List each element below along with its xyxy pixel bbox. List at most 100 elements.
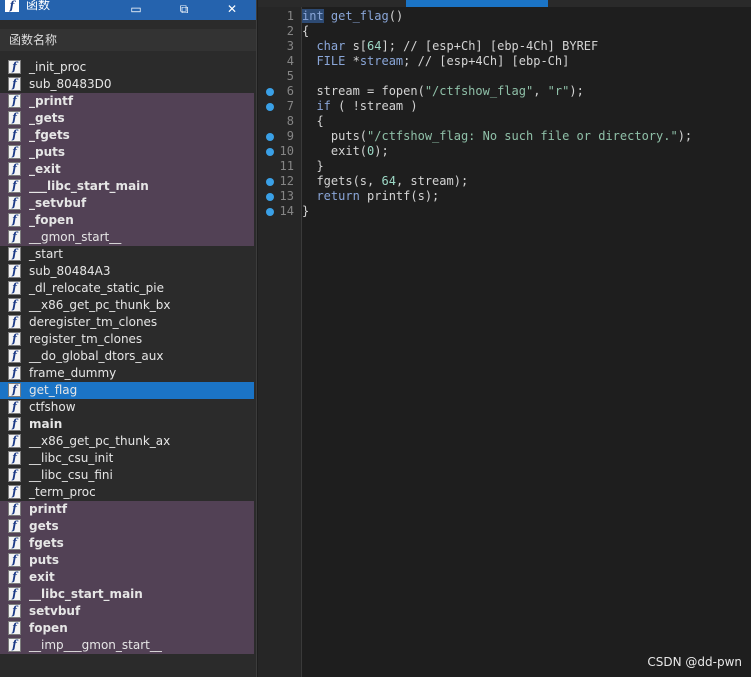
function-row[interactable]: f __libc_csu_init	[0, 450, 254, 467]
function-row[interactable]: f __gmon_start__	[0, 229, 254, 246]
function-row[interactable]: f sub_80484A3	[0, 263, 254, 280]
function-row[interactable]: f __imp___gmon_start__	[0, 637, 254, 654]
function-row[interactable]: f main	[0, 416, 254, 433]
code-token: fgets(s,	[302, 174, 382, 188]
function-name: _setvbuf	[29, 196, 87, 210]
function-row[interactable]: f _gets	[0, 110, 254, 127]
function-row[interactable]: f _exit	[0, 161, 254, 178]
breakpoint-dot-icon[interactable]	[266, 208, 274, 216]
line-number: 3	[286, 39, 294, 53]
code-line[interactable]: 10 exit(0);	[258, 144, 751, 159]
function-icon: f	[8, 519, 21, 533]
function-icon: f	[8, 77, 21, 91]
function-row[interactable]: f __x86_get_pc_thunk_ax	[0, 433, 254, 450]
code-line[interactable]: 4 FILE *stream; // [esp+4Ch] [ebp-Ch]	[258, 54, 751, 69]
code-token: );	[677, 129, 693, 143]
code-line[interactable]: 6 stream = fopen("/ctfshow_flag", "r");	[258, 84, 751, 99]
function-row[interactable]: f frame_dummy	[0, 365, 254, 382]
code-token: puts(	[302, 129, 368, 143]
breakpoint-dot-icon[interactable]	[266, 178, 274, 186]
function-row[interactable]: f fgets	[0, 535, 254, 552]
function-row[interactable]: f _start	[0, 246, 254, 263]
function-row[interactable]: f puts	[0, 552, 254, 569]
function-name: _exit	[29, 162, 61, 176]
close-icon[interactable]: ✕	[224, 1, 240, 17]
code-token: }	[302, 159, 324, 173]
breakpoint-dot-icon[interactable]	[266, 148, 274, 156]
maximize-icon[interactable]: ▭	[128, 1, 144, 17]
function-name: ___libc_start_main	[29, 179, 149, 193]
tab-hex-view[interactable]	[554, 0, 734, 7]
function-row[interactable]: f _term_proc	[0, 484, 254, 501]
pseudocode-view[interactable]: 1 int get_flag() 2{3 char s[64]; // [esp+C…	[258, 7, 751, 677]
function-row[interactable]: f get_flag	[0, 382, 254, 399]
code-line[interactable]: 1 int get_flag()	[258, 9, 751, 24]
function-row[interactable]: f sub_80483D0	[0, 76, 254, 93]
code-token: "/ctfshow_flag: No such file or director…	[367, 129, 678, 143]
functions-window-titlebar[interactable]: f 函数 ▭ ⧉ ✕	[0, 0, 256, 20]
code-line[interactable]: 5	[258, 69, 751, 84]
function-row[interactable]: f ctfshow	[0, 399, 254, 416]
function-row[interactable]: f printf	[0, 501, 254, 518]
code-token: {	[302, 24, 310, 38]
code-line[interactable]: 14}	[258, 204, 751, 219]
function-row[interactable]: f ___libc_start_main	[0, 178, 254, 195]
line-number: 13	[279, 189, 294, 203]
function-name: __libc_start_main	[29, 587, 143, 601]
function-row[interactable]: f register_tm_clones	[0, 331, 254, 348]
function-icon: f	[8, 128, 21, 142]
code-line[interactable]: 3 char s[64]; // [esp+Ch] [ebp-4Ch] BYRE…	[258, 39, 751, 54]
function-name: printf	[29, 502, 68, 516]
function-row[interactable]: f __x86_get_pc_thunk_bx	[0, 297, 254, 314]
tab-ida-view[interactable]	[258, 0, 400, 7]
function-row[interactable]: f __libc_start_main	[0, 586, 254, 603]
breakpoint-dot-icon[interactable]	[266, 133, 274, 141]
function-row[interactable]: f setvbuf	[0, 603, 254, 620]
function-row[interactable]: f _dl_relocate_static_pie	[0, 280, 254, 297]
function-row[interactable]: f _setvbuf	[0, 195, 254, 212]
code-token: s[	[345, 39, 368, 53]
function-row[interactable]: f __libc_csu_fini	[0, 467, 254, 484]
function-icon: f	[8, 434, 21, 448]
column-header[interactable]: 函数名称	[0, 29, 256, 51]
restore-icon[interactable]: ⧉	[176, 1, 192, 17]
function-name: __imp___gmon_start__	[29, 638, 162, 652]
breakpoint-dot-icon[interactable]	[266, 88, 274, 96]
function-row[interactable]: f _fopen	[0, 212, 254, 229]
code-token: exit(	[302, 144, 368, 158]
function-row[interactable]: f deregister_tm_clones	[0, 314, 254, 331]
function-list[interactable]: f _init_proc f sub_80483D0 f _printf f _gets f _f…	[0, 59, 254, 654]
function-name: frame_dummy	[29, 366, 117, 380]
function-row[interactable]: f _fgets	[0, 127, 254, 144]
function-row[interactable]: f __do_global_dtors_aux	[0, 348, 254, 365]
breakpoint-dot-icon[interactable]	[266, 103, 274, 111]
function-row[interactable]: f _puts	[0, 144, 254, 161]
function-icon: f	[8, 638, 21, 652]
function-name: __gmon_start__	[29, 230, 122, 244]
code-token: 64	[367, 39, 382, 53]
function-row[interactable]: f exit	[0, 569, 254, 586]
breakpoint-dot-icon[interactable]	[266, 193, 274, 201]
code-line[interactable]: 9 puts("/ctfshow_flag: No such file or d…	[258, 129, 751, 144]
tab-pseudocode[interactable]	[406, 0, 548, 7]
code-line[interactable]: 12 fgets(s, 64, stream);	[258, 174, 751, 189]
line-number: 12	[279, 174, 294, 188]
function-row[interactable]: f _init_proc	[0, 59, 254, 76]
function-row[interactable]: f fopen	[0, 620, 254, 637]
code-text: puts("/ctfshow_flag: No such file or dir…	[302, 129, 692, 144]
function-name: main	[29, 417, 63, 431]
code-line[interactable]: 8 {	[258, 114, 751, 129]
function-row[interactable]: f _printf	[0, 93, 254, 110]
code-line[interactable]: 11 }	[258, 159, 751, 174]
function-name: register_tm_clones	[29, 332, 143, 346]
code-token: int	[302, 9, 324, 23]
function-row[interactable]: f gets	[0, 518, 254, 535]
code-token: return	[302, 189, 360, 203]
code-line[interactable]: 7 if ( !stream )	[258, 99, 751, 114]
code-token: *	[345, 54, 360, 68]
code-line[interactable]: 13 return printf(s);	[258, 189, 751, 204]
code-line[interactable]: 2{	[258, 24, 751, 39]
line-number: 10	[279, 144, 294, 158]
function-name: _gets	[29, 111, 65, 125]
function-icon: f	[8, 332, 21, 346]
